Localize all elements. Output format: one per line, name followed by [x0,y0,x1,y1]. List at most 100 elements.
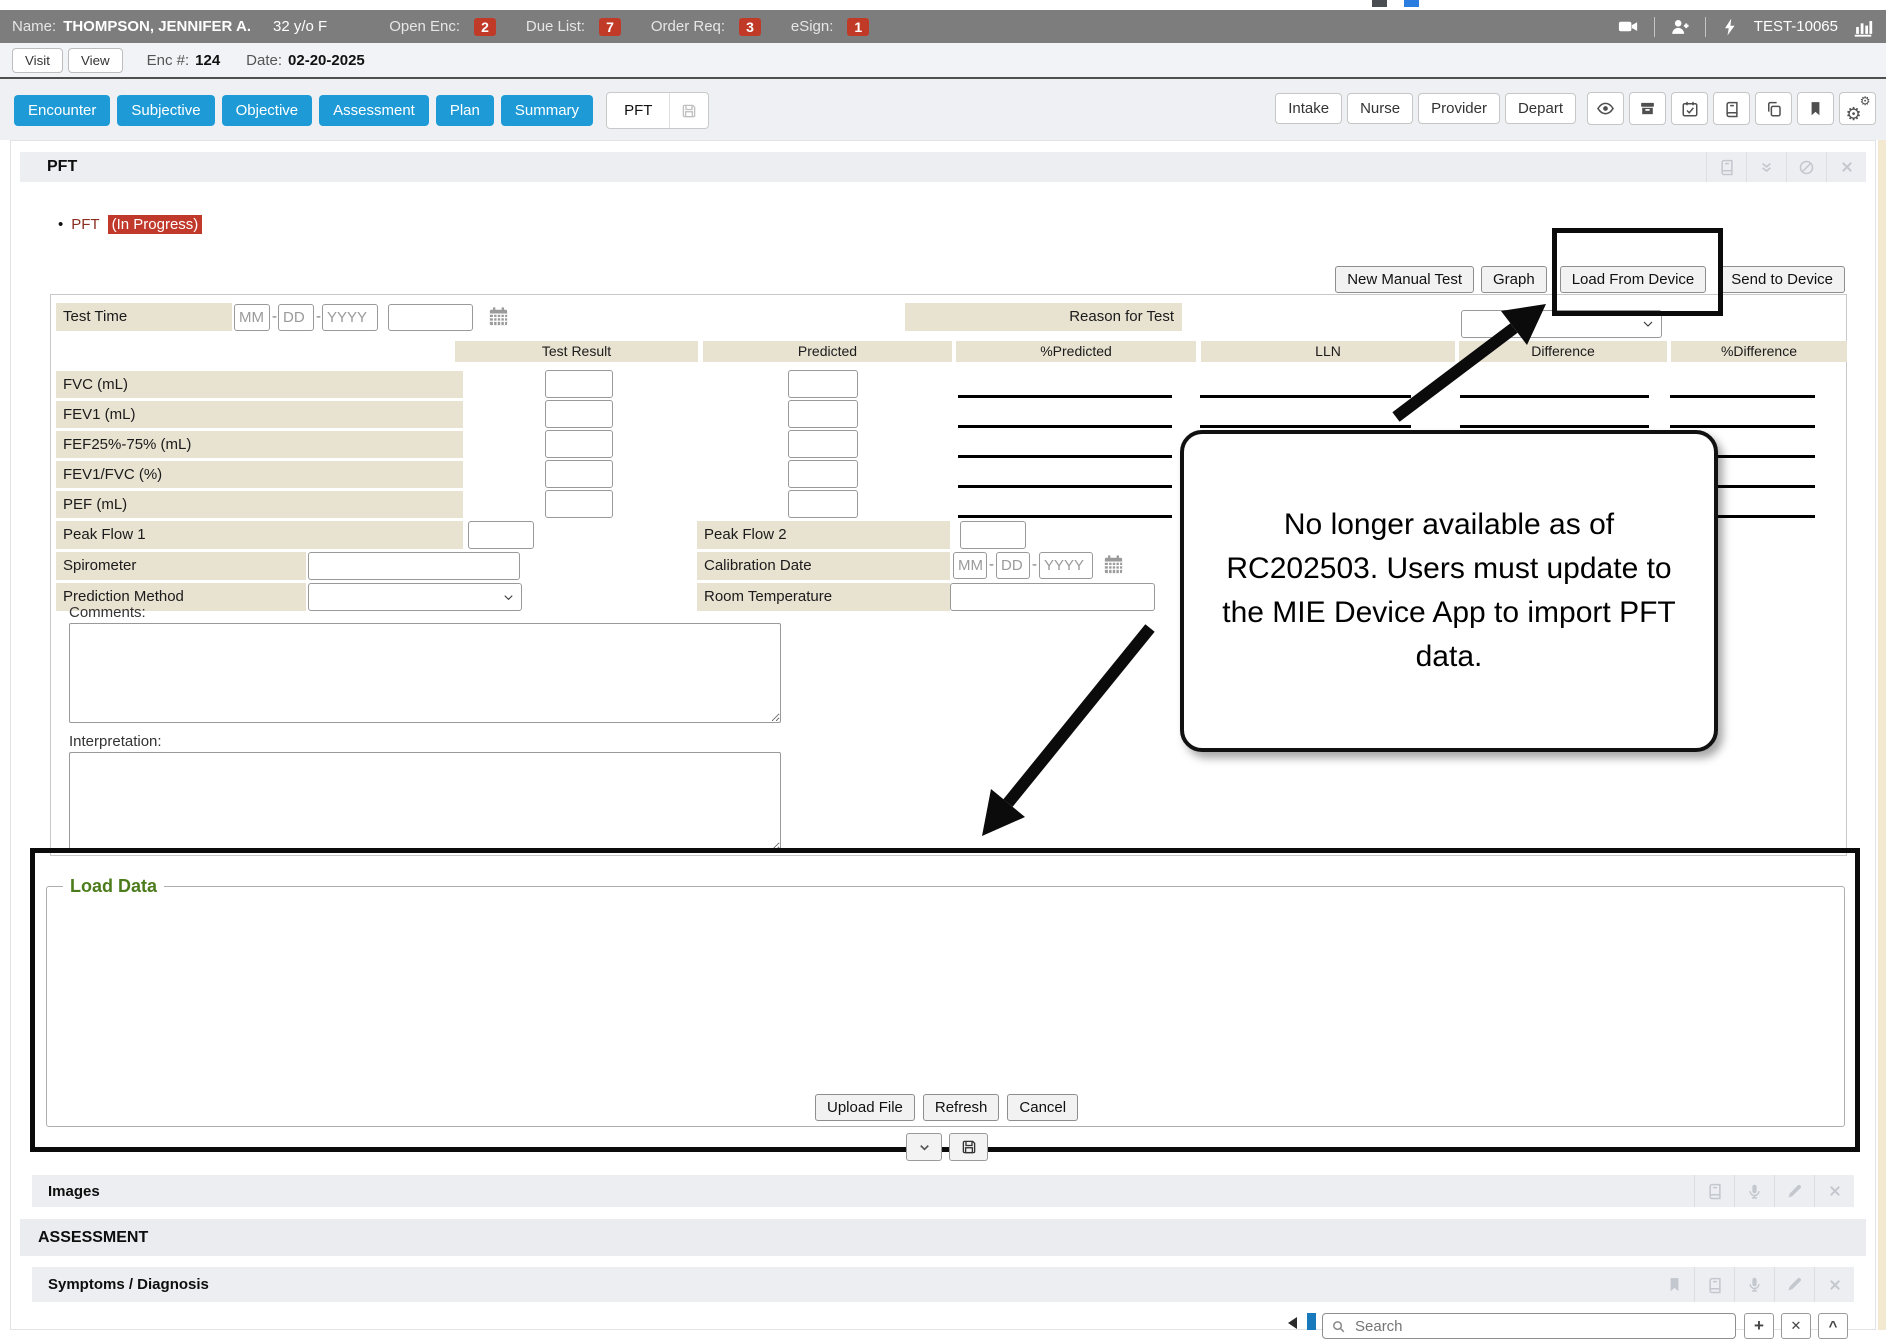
row-label-fev1-fvc: FEV1/FVC (%) [56,461,463,488]
clear-search-button[interactable]: ✕ [1781,1313,1811,1339]
view-button[interactable]: View [68,48,123,73]
close-icon[interactable] [1814,1175,1854,1207]
edit-pencil-icon[interactable] [1774,1267,1814,1302]
disable-icon[interactable] [1786,152,1826,182]
telehealth-camera-icon[interactable] [1617,15,1640,38]
calibration-calendar-icon[interactable] [1102,553,1125,576]
comments-textarea[interactable] [69,623,781,723]
cancel-button[interactable]: Cancel [1007,1094,1078,1121]
fev1-test-result-input[interactable] [545,400,613,428]
date-separator: - [989,556,994,573]
test-time-time-input[interactable] [388,304,473,331]
pft-section-header: PFT [20,152,1866,182]
visit-button[interactable]: Visit [12,48,63,73]
topbar-divider [1705,17,1706,37]
value-underline [958,395,1172,398]
archive-box-icon[interactable] [1629,92,1666,125]
calibration-yyyy-input[interactable] [1039,552,1093,579]
tab-objective[interactable]: Objective [222,95,313,126]
order-req-badge[interactable]: 3 [739,18,761,36]
test-time-dd-input[interactable] [278,304,314,331]
patient-name: THOMPSON, JENNIFER A. [63,18,251,35]
col-predicted: Predicted [703,341,952,362]
save-note-icon[interactable] [670,102,708,120]
value-underline [1460,425,1649,428]
stats-chart-icon[interactable] [1852,16,1874,38]
add-user-icon[interactable] [1669,16,1691,38]
test-time-mm-input[interactable] [234,304,270,331]
fev1-fvc-predicted-input[interactable] [788,460,858,488]
tab-plan[interactable]: Plan [436,95,494,126]
tab-subjective[interactable]: Subjective [117,95,214,126]
edit-pencil-icon[interactable] [1774,1175,1814,1207]
value-underline [958,485,1172,488]
stage-nurse-button[interactable]: Nurse [1347,93,1413,124]
fvc-predicted-input[interactable] [788,370,858,398]
new-manual-test-button[interactable]: New Manual Test [1335,266,1474,293]
calibration-mm-input[interactable] [953,552,987,579]
bullet: • [58,216,63,233]
pef-test-result-input[interactable] [545,490,613,518]
pef-predicted-input[interactable] [788,490,858,518]
pft-item-link[interactable]: PFT [71,216,99,233]
row-label-fev1: FEV1 (mL) [56,401,463,428]
peak-flow-1-input[interactable] [468,521,534,549]
settings-gears-icon[interactable]: ⚙⚙ [1839,92,1876,125]
chart-book-icon[interactable] [1713,92,1750,125]
collapse-all-icon[interactable] [1746,152,1786,182]
graph-button[interactable]: Graph [1481,266,1547,293]
fev1-predicted-input[interactable] [788,400,858,428]
test-time-calendar-icon[interactable] [487,305,510,328]
room-temperature-input[interactable] [950,583,1155,611]
upload-file-button[interactable]: Upload File [815,1094,915,1121]
search-input[interactable] [1353,1317,1727,1336]
spirometer-input[interactable] [308,552,520,580]
tab-summary[interactable]: Summary [501,95,593,126]
copy-pages-icon[interactable] [1755,92,1792,125]
page-right-strip [1878,140,1886,1330]
test-time-yyyy-input[interactable] [322,304,378,331]
fev1-fvc-test-result-input[interactable] [545,460,613,488]
collapse-up-button[interactable]: ^ [1818,1313,1848,1339]
due-list-badge[interactable]: 7 [599,18,621,36]
send-to-device-button[interactable]: Send to Device [1719,266,1845,293]
interpretation-textarea[interactable] [69,752,781,852]
tab-pft-active[interactable]: PFT [606,92,709,129]
fvc-test-result-input[interactable] [545,370,613,398]
tab-assessment[interactable]: Assessment [319,95,429,126]
fef-test-result-input[interactable] [545,430,613,458]
stage-depart-button[interactable]: Depart [1505,93,1576,124]
peak-flow-2-input[interactable] [960,521,1026,549]
print-book-icon[interactable] [1694,1175,1734,1207]
calibration-dd-input[interactable] [996,552,1030,579]
open-enc-badge[interactable]: 2 [474,18,496,36]
bookmark-icon[interactable] [1655,1267,1694,1302]
esign-badge[interactable]: 1 [847,18,869,36]
save-section-button[interactable] [949,1133,988,1161]
scroll-left-arrow[interactable] [1288,1317,1297,1329]
reason-for-test-select[interactable] [1461,310,1662,338]
calendar-check-icon[interactable] [1671,92,1708,125]
print-book-icon[interactable] [1694,1267,1734,1302]
dictate-mic-icon[interactable] [1734,1267,1774,1302]
close-icon[interactable] [1814,1267,1854,1302]
refresh-button[interactable]: Refresh [923,1094,1000,1121]
print-book-icon[interactable] [1706,152,1746,182]
quick-action-bolt-icon[interactable] [1720,17,1740,37]
stage-provider-button[interactable]: Provider [1418,93,1500,124]
browser-favicon-dark [1372,0,1387,7]
dictate-mic-icon[interactable] [1734,1175,1774,1207]
images-section-header: Images [32,1175,1854,1207]
bookmark-icon[interactable] [1797,92,1834,125]
value-underline [958,425,1172,428]
preview-eye-icon[interactable] [1587,92,1624,125]
peak-flow-1-label: Peak Flow 1 [56,521,463,549]
tab-encounter[interactable]: Encounter [14,95,110,126]
load-from-device-button[interactable]: Load From Device [1560,266,1707,293]
stage-intake-button[interactable]: Intake [1275,93,1342,124]
add-diagnosis-button[interactable]: + [1744,1313,1774,1339]
collapse-section-button[interactable] [906,1133,942,1161]
close-icon[interactable] [1826,152,1866,182]
fef-predicted-input[interactable] [788,430,858,458]
prediction-method-select[interactable] [308,583,522,611]
